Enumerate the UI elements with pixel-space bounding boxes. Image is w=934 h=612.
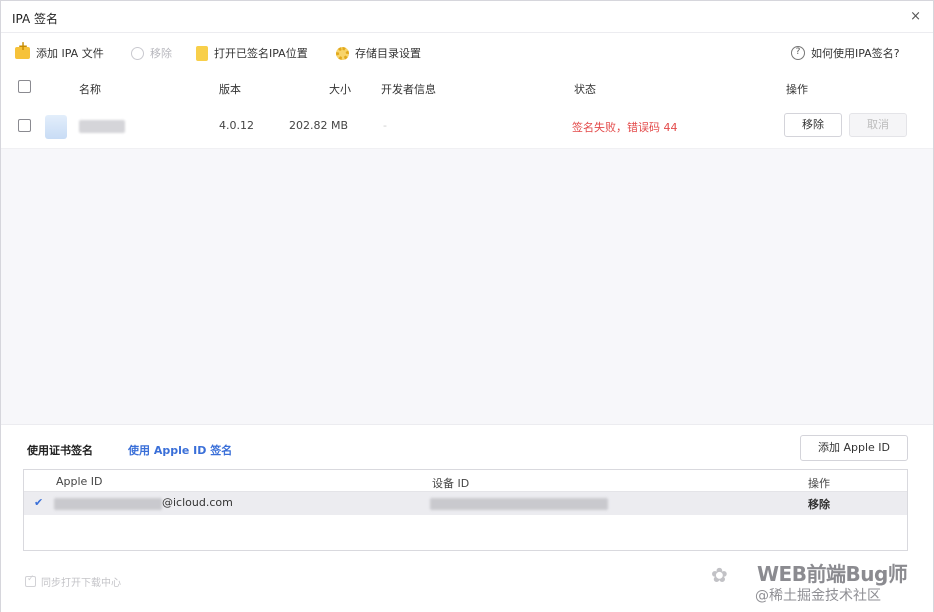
col-id-actions: 操作: [808, 477, 830, 490]
open-download-checkbox[interactable]: [25, 574, 36, 587]
col-device-id: 设备 ID: [432, 477, 470, 490]
file-icon: [45, 115, 67, 139]
open-signed-location-button[interactable]: 打开已签名IPA位置: [196, 45, 308, 61]
watermark-title: WEB前端Bug师: [757, 562, 908, 586]
remove-label: 移除: [150, 47, 172, 60]
selected-check-icon: ✔: [34, 496, 44, 509]
apple-id-table: Apple ID 设备 ID 操作 ✔ @icloud.com 移除: [23, 469, 908, 551]
open-download-center-option[interactable]: 同步打开下载中心: [25, 574, 121, 589]
remove-circle-icon: [131, 46, 144, 60]
add-apple-id-button[interactable]: 添加 Apple ID: [800, 435, 908, 461]
open-download-label: 同步打开下载中心: [41, 578, 121, 589]
help-link[interactable]: ? 如何使用IPA签名?: [791, 45, 900, 61]
watermark-subtitle: @稀土掘金技术社区: [755, 588, 881, 604]
developer-info: -: [383, 119, 387, 132]
add-ipa-button[interactable]: 添加 IPA 文件: [15, 39, 104, 61]
storage-settings-button[interactable]: 存储目录设置: [336, 45, 421, 61]
remove-button[interactable]: 移除: [131, 45, 172, 61]
help-icon: ?: [791, 46, 805, 60]
close-icon[interactable]: ×: [910, 9, 921, 24]
col-apple-id: Apple ID: [56, 475, 103, 488]
gear-icon: [336, 46, 349, 60]
row-remove-button[interactable]: 移除: [784, 113, 842, 137]
device-id-redacted: [430, 498, 608, 510]
folder-icon: [196, 45, 208, 61]
apple-id-suffix: @icloud.com: [162, 496, 233, 509]
window-title: IPA 签名: [12, 12, 59, 26]
row-cancel-button[interactable]: 取消: [849, 113, 907, 137]
app-version: 4.0.12: [219, 119, 254, 132]
col-size: 大小: [329, 83, 351, 96]
open-location-label: 打开已签名IPA位置: [214, 47, 308, 60]
col-version: 版本: [219, 83, 241, 96]
row-checkbox[interactable]: [18, 119, 31, 132]
add-ipa-label: 添加 IPA 文件: [36, 47, 104, 60]
apple-id-row[interactable]: ✔ @icloud.com 移除: [24, 492, 907, 515]
col-actions: 操作: [786, 83, 808, 96]
wechat-icon: ✿: [711, 563, 728, 587]
folder-add-icon: [15, 39, 30, 59]
table-header: 名称 版本 大小 开发者信息 状态 操作: [1, 71, 933, 103]
help-label: 如何使用IPA签名?: [811, 47, 900, 60]
app-name-redacted: [79, 120, 125, 133]
watermark: ✿ WEB前端Bug师 @稀土掘金技术社区: [709, 553, 929, 611]
storage-settings-label: 存储目录设置: [355, 47, 421, 60]
table-row[interactable]: 4.0.12 202.82 MB - 签名失败，错误码 44 移除 取消: [1, 103, 933, 149]
apple-id-remove-link[interactable]: 移除: [808, 496, 830, 512]
apple-id-redacted: [54, 498, 162, 510]
col-status: 状态: [574, 83, 596, 96]
tab-certificate-sign[interactable]: 使用证书签名: [27, 442, 93, 458]
col-name: 名称: [79, 83, 101, 96]
tab-apple-id-sign[interactable]: 使用 Apple ID 签名: [128, 442, 232, 458]
status-text: 签名失败，错误码 44: [572, 121, 678, 134]
ipa-sign-window: IPA 签名 × 添加 IPA 文件 移除 打开已签名IPA位置 存储目录设置 …: [0, 0, 934, 612]
signing-panel: 使用证书签名 使用 Apple ID 签名 添加 Apple ID Apple …: [1, 424, 933, 612]
col-developer: 开发者信息: [381, 83, 436, 96]
apple-id-table-header: Apple ID 设备 ID 操作: [24, 470, 907, 492]
app-size: 202.82 MB: [289, 119, 349, 132]
toolbar: 添加 IPA 文件 移除 打开已签名IPA位置 存储目录设置 ? 如何使用IPA…: [1, 33, 933, 71]
title-bar: IPA 签名 ×: [1, 1, 933, 33]
select-all-checkbox[interactable]: [18, 80, 31, 93]
